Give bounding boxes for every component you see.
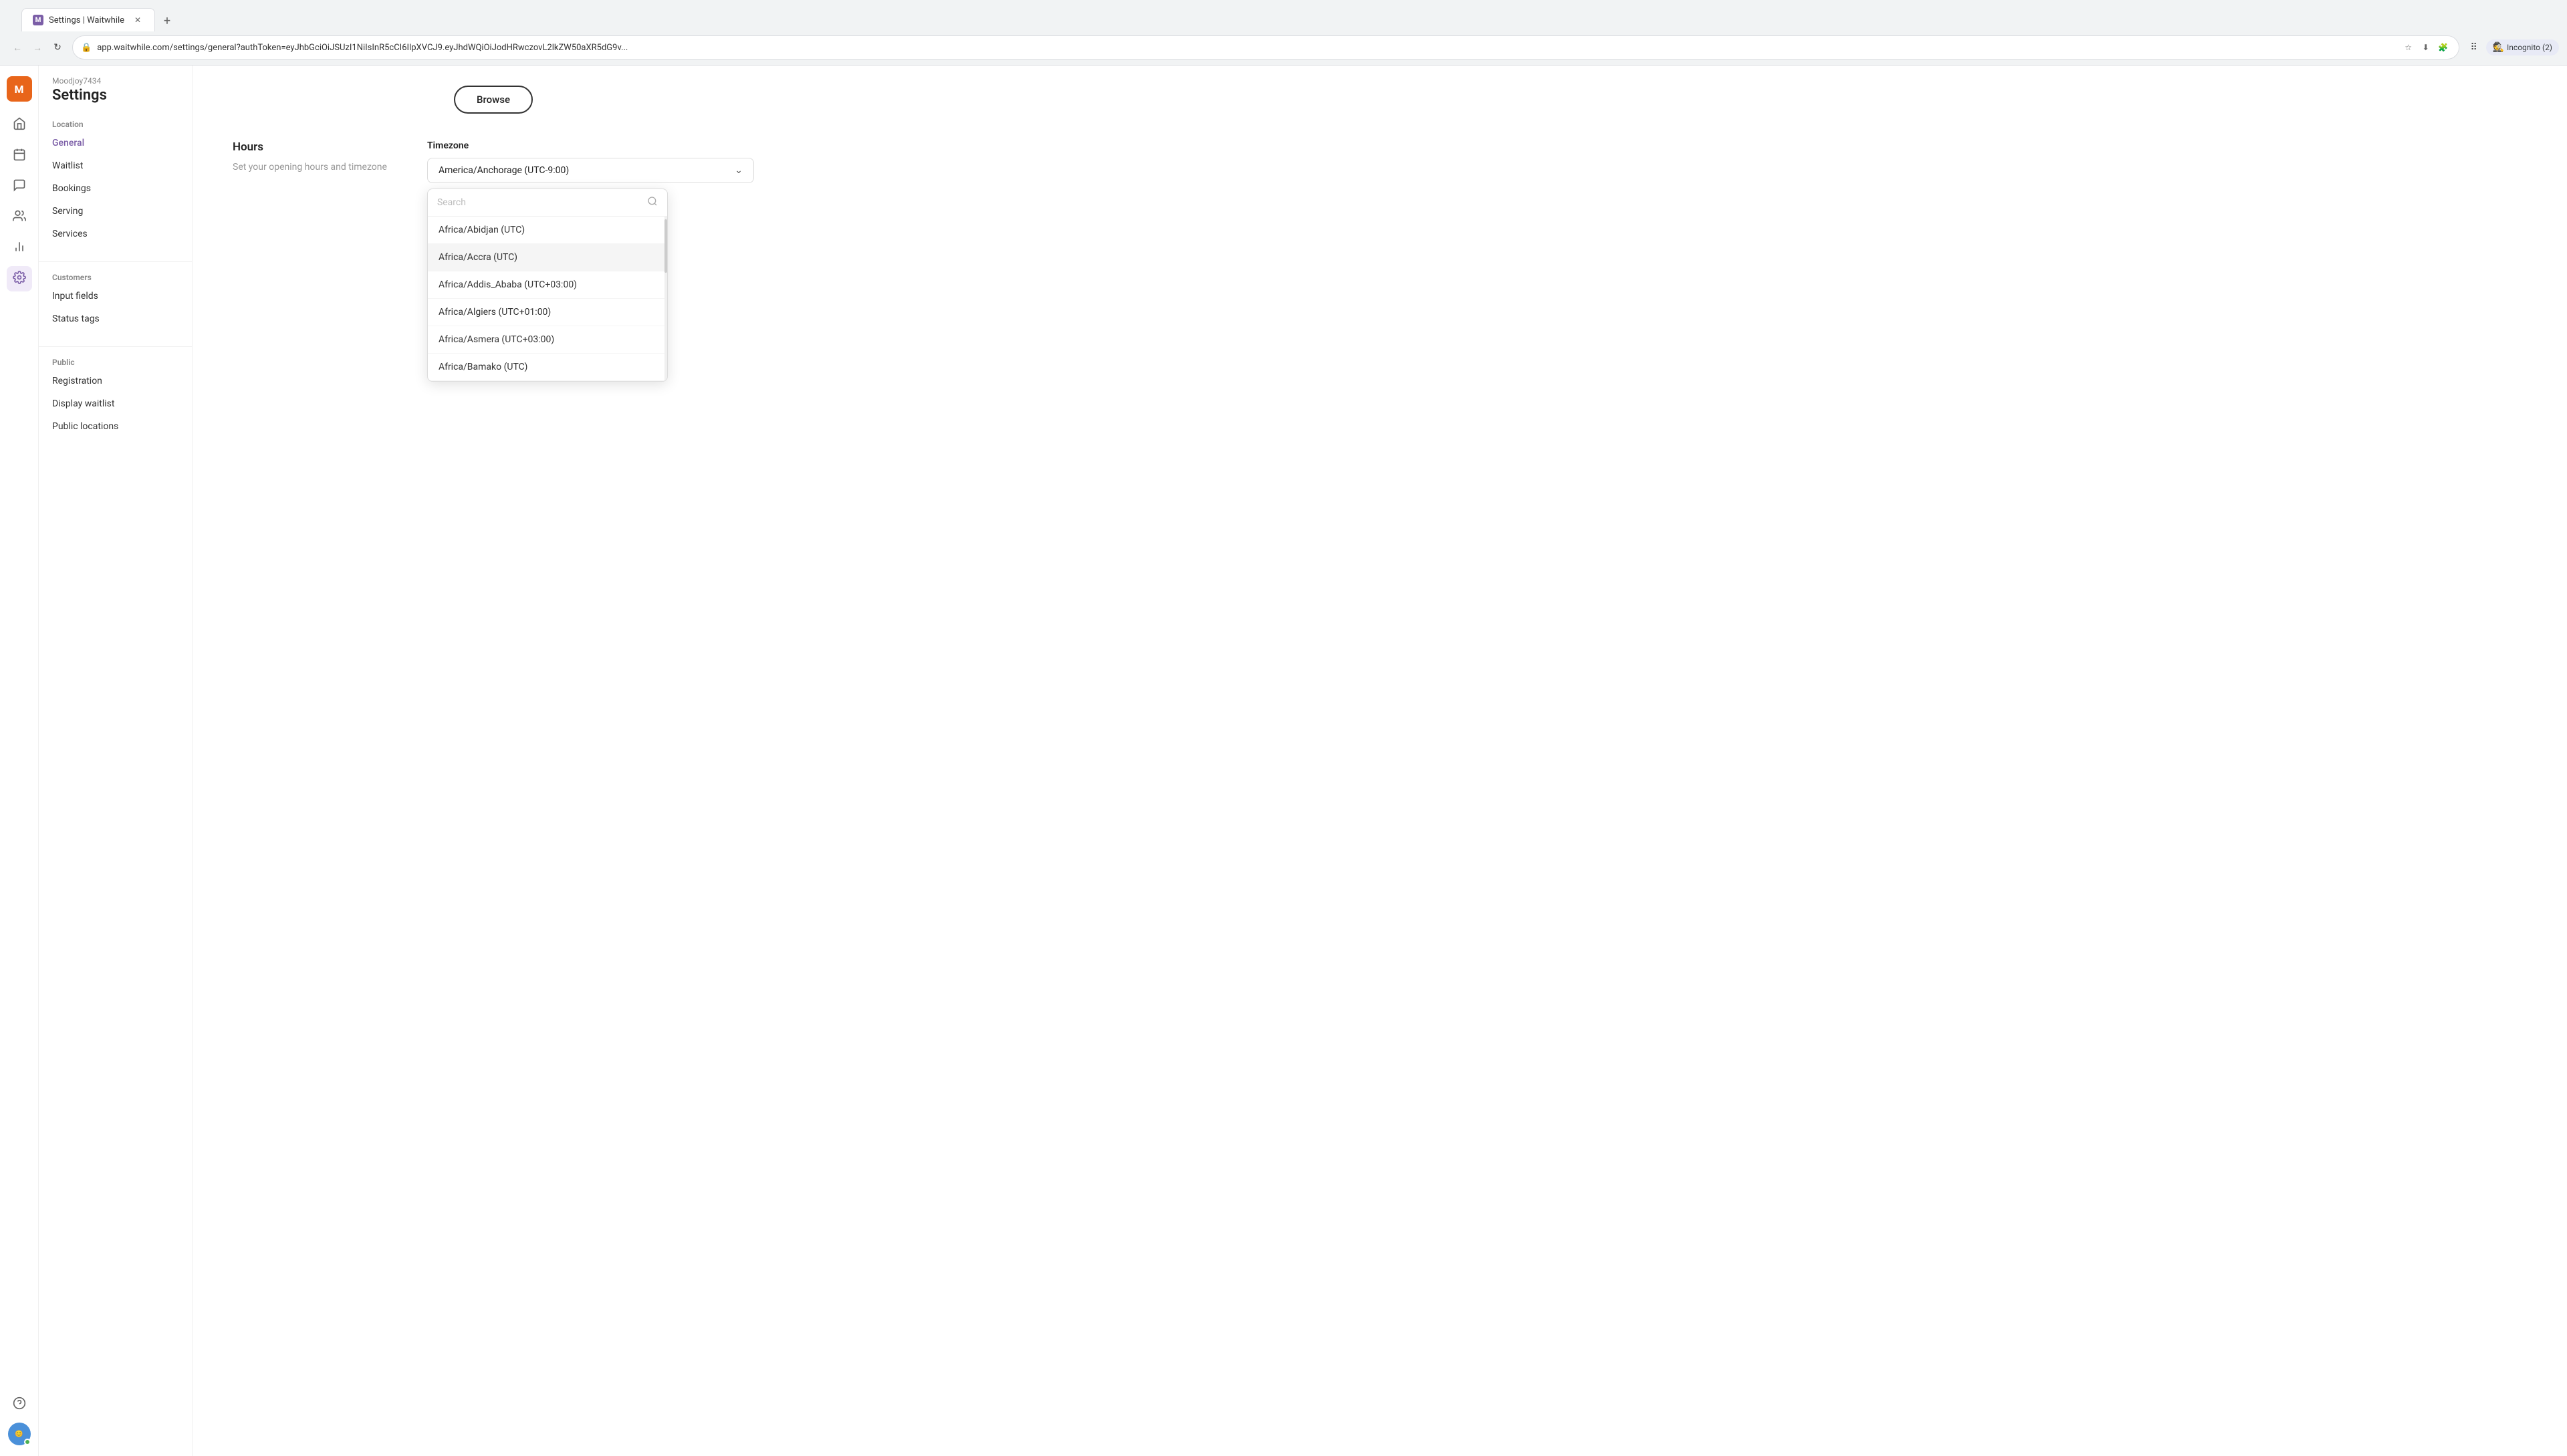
browse-btn-area: Browse (233, 86, 754, 114)
forward-button[interactable]: → (28, 38, 47, 57)
nav-item-status-tags[interactable]: Status tags (39, 308, 192, 330)
tab-close-button[interactable]: ✕ (132, 14, 144, 26)
url-text: app.waitwhile.com/settings/general?authT… (97, 43, 2395, 53)
timezone-item-0[interactable]: Africa/Abidjan (UTC) (428, 217, 667, 244)
tab-bar: M Settings | Waitwhile ✕ + (13, 8, 185, 31)
hours-label-col: Hours Set your opening hours and timezon… (233, 140, 387, 174)
search-icon (647, 196, 658, 209)
chat-icon (13, 178, 26, 195)
status-dot (24, 1439, 31, 1445)
browser-addressbar: ← → ↻ 🔒 app.waitwhile.com/settings/gener… (0, 31, 2567, 65)
settings-header: Moodjoy7434 Settings (39, 76, 192, 114)
location-section-header: Location (39, 114, 192, 132)
tab-favicon: M (33, 15, 43, 25)
content-area: Browse Hours Set your opening hours and … (193, 66, 794, 203)
bookmark-button[interactable]: ☆ (2401, 40, 2416, 55)
main-content: Browse Hours Set your opening hours and … (193, 66, 2567, 1456)
reload-button[interactable]: ↻ (48, 38, 67, 57)
back-button[interactable]: ← (8, 38, 27, 57)
settings-page-title: Settings (52, 87, 178, 104)
address-bar-icons: ☆ ⬇ 🧩 (2401, 40, 2451, 55)
timezone-item-2[interactable]: Africa/Addis_Ababa (UTC+03:00) (428, 271, 667, 299)
help-icon (13, 1397, 26, 1413)
timezone-label: Timezone (427, 140, 754, 151)
nav-item-input-fields[interactable]: Input fields (39, 285, 192, 308)
sidebar-home-button[interactable] (7, 112, 32, 138)
nav-section-public: Public Registration Display waitlist Pub… (39, 352, 192, 449)
timezone-select[interactable]: America/Anchorage (UTC-9:00) ⌄ (427, 158, 754, 183)
nav-item-bookings[interactable]: Bookings (39, 177, 192, 200)
chevron-down-icon: ⌄ (735, 165, 743, 176)
download-button[interactable]: ⬇ (2419, 40, 2433, 55)
settings-icon (13, 271, 26, 287)
timezone-dropdown: Africa/Abidjan (UTC) Africa/Accra (UTC) … (427, 189, 668, 382)
timezone-search-input[interactable] (437, 197, 642, 208)
public-section-header: Public (39, 352, 192, 370)
icon-sidebar-bottom: 😊 (7, 1392, 32, 1445)
scrollbar-thumb[interactable] (664, 219, 667, 273)
timezone-item-4[interactable]: Africa/Asmera (UTC+03:00) (428, 326, 667, 354)
app-layout: M (0, 66, 2567, 1456)
timezone-search (428, 189, 667, 217)
users-icon (13, 209, 26, 226)
browse-button[interactable]: Browse (454, 86, 533, 114)
tab-title: Settings | Waitwhile (49, 15, 126, 25)
address-bar[interactable]: 🔒 app.waitwhile.com/settings/general?aut… (72, 35, 2459, 59)
icon-sidebar: M (0, 66, 39, 1456)
timezone-item-1[interactable]: Africa/Accra (UTC) (428, 244, 667, 271)
active-tab[interactable]: M Settings | Waitwhile ✕ (21, 8, 155, 31)
timezone-col: Timezone America/Anchorage (UTC-9:00) ⌄ (427, 140, 754, 183)
customers-section-header: Customers (39, 267, 192, 285)
icon-sidebar-top: M (7, 76, 32, 1386)
home-icon (13, 117, 26, 134)
extensions-button[interactable]: ⠿ (2465, 38, 2483, 57)
timezone-item-5[interactable]: Africa/Bamako (UTC) (428, 354, 667, 381)
nav-section-customers: Customers Input fields Status tags (39, 267, 192, 341)
chart-icon (13, 240, 26, 257)
nav-section-location: Location General Waitlist Bookings Servi… (39, 114, 192, 256)
settings-account: Moodjoy7434 (52, 76, 178, 86)
timezone-list: Africa/Abidjan (UTC) Africa/Accra (UTC) … (428, 217, 667, 381)
nav-item-registration[interactable]: Registration (39, 370, 192, 392)
incognito-label: Incognito (2) (2507, 43, 2552, 52)
scrollbar-track (664, 217, 667, 381)
sidebar-calendar-button[interactable] (7, 143, 32, 168)
nav-item-serving[interactable]: Serving (39, 200, 192, 223)
sidebar-chat-button[interactable] (7, 174, 32, 199)
browser-nav-buttons: ← → ↻ (8, 38, 67, 57)
nav-item-waitlist[interactable]: Waitlist (39, 154, 192, 177)
hours-desc: Set your opening hours and timezone (233, 160, 387, 174)
timezone-item-3[interactable]: Africa/Algiers (UTC+01:00) (428, 299, 667, 326)
new-tab-button[interactable]: + (158, 11, 176, 30)
calendar-icon (13, 148, 26, 164)
nav-item-public-locations[interactable]: Public locations (39, 415, 192, 438)
lock-icon: 🔒 (81, 43, 92, 53)
browser-chrome: M Settings | Waitwhile ✕ + ← → ↻ 🔒 app.w… (0, 0, 2567, 66)
nav-divider-2 (39, 346, 192, 347)
hours-title: Hours (233, 140, 387, 154)
sidebar-users-button[interactable] (7, 205, 32, 230)
nav-divider-1 (39, 261, 192, 262)
nav-item-general[interactable]: General (39, 132, 192, 154)
incognito-badge: 🕵 Incognito (2) (2486, 39, 2559, 55)
help-button[interactable] (7, 1392, 32, 1417)
sidebar-settings-button[interactable] (7, 266, 32, 291)
browser-titlebar: M Settings | Waitwhile ✕ + (0, 0, 2567, 31)
hours-timezone-section: Hours Set your opening hours and timezon… (233, 140, 754, 183)
extension-button[interactable]: 🧩 (2436, 40, 2451, 55)
nav-sidebar: Moodjoy7434 Settings Location General Wa… (39, 66, 193, 1456)
nav-item-display-waitlist[interactable]: Display waitlist (39, 392, 192, 415)
avatar[interactable]: 😊 (8, 1423, 31, 1445)
app-logo: M (7, 76, 32, 102)
incognito-icon: 🕵 (2493, 42, 2504, 53)
selected-timezone-text: America/Anchorage (UTC-9:00) (439, 165, 569, 176)
sidebar-chart-button[interactable] (7, 235, 32, 261)
nav-item-services[interactable]: Services (39, 223, 192, 245)
browser-right-controls: ⠿ 🕵 Incognito (2) (2465, 38, 2559, 57)
